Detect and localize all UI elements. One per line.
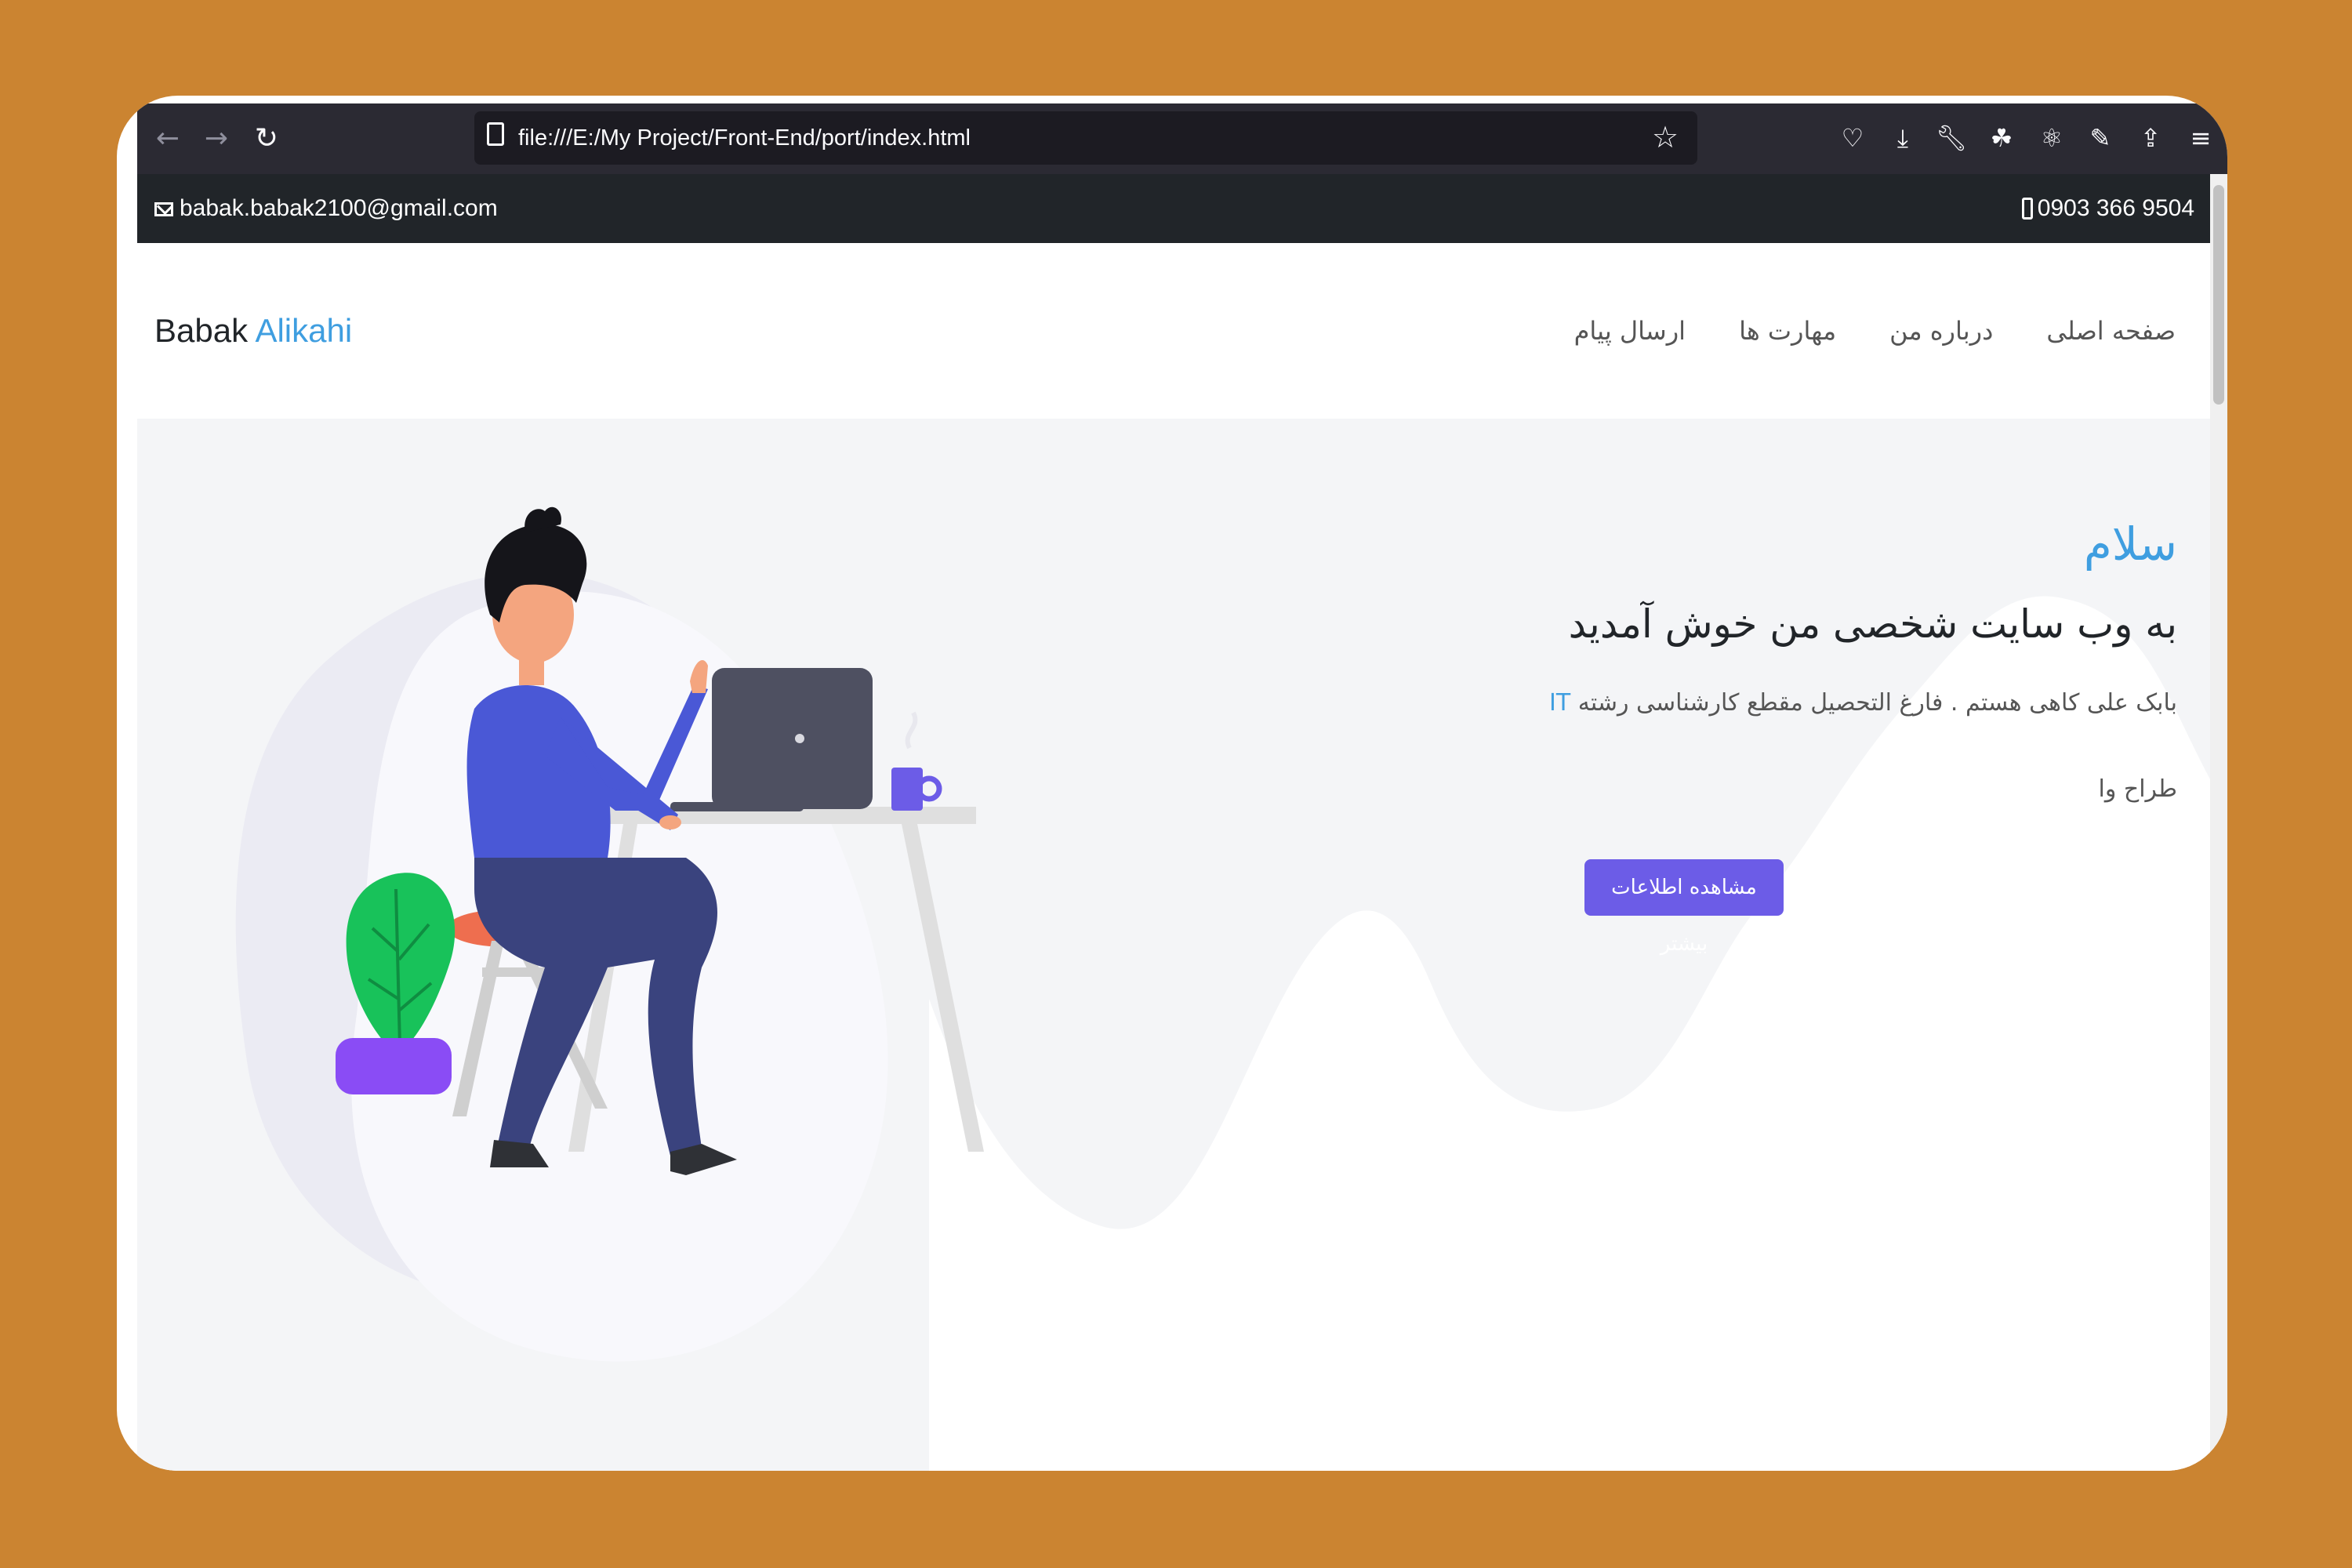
hero-intro: بابک علی کاهی هستم . فارغ التحصیل مقطع ک… [1393,684,2177,723]
hero-welcome-title: به وب سایت شخصی من خوش آمدید [1568,601,2177,647]
nav-links: صفحه اصلی درباره من مهارت ها ارسال پیام [1574,243,2176,419]
nav-link-about[interactable]: درباره من [1889,316,1993,346]
menu-icon[interactable]: ≡ [2182,119,2220,157]
hero-role-text: طراح وا [2098,775,2178,803]
url-bar[interactable]: file:///E:/My Project/Front-End/port/ind… [474,111,1697,165]
site-brand[interactable]: Babak Alikahi [154,243,352,419]
extension-icon[interactable]: ☘ [1983,119,2020,157]
brand-first-name: Babak [154,312,249,349]
bookmark-star-icon[interactable]: ☆ [1646,118,1685,157]
pocket-icon[interactable]: ♡ [1834,119,1871,157]
phone-text: 0903 366 9504 [2037,195,2194,221]
email-text: babak.babak2100@gmail.com [180,195,498,221]
developer-illustration [235,506,984,1362]
hero-greeting: سلام [2083,517,2177,571]
envelope-icon [154,202,173,216]
brand-last-name: Alikahi [255,312,353,349]
email-contact[interactable]: babak.babak2100@gmail.com [154,174,498,243]
browser-toolbar: ← → ↻ file:///E:/My Project/Front-End/po… [137,103,2227,174]
atom-icon[interactable]: ⚛ [2033,119,2071,157]
phone-contact[interactable]: 0903 366 9504 [2021,174,2194,243]
web-page: babak.babak2100@gmail.com 0903 366 9504 … [137,174,2210,1471]
wrench-icon[interactable]: 🔧︎ [1933,119,1970,157]
hero-text: سلام به وب سایت شخصی من خوش آمدید بابک ع… [1393,513,2177,809]
back-icon[interactable]: ← [148,119,187,158]
share-icon[interactable]: ⇪ [2132,119,2169,157]
reload-icon[interactable]: ↻ [247,119,286,158]
hero-section: سلام به وب سایت شخصی من خوش آمدید بابک ع… [137,419,2210,1471]
pen-icon[interactable]: ✎ [2082,119,2119,157]
browser-window: ← → ↻ file:///E:/My Project/Front-End/po… [117,96,2227,1471]
mobile-phone-icon [2021,198,2033,220]
more-info-button[interactable]: مشاهده اطلاعات بیشتر [1584,859,1784,956]
hero-intro-text: بابک علی کاهی هستم . فارغ التحصیل مقطع ک… [1577,689,2177,717]
page-scrollbar[interactable] [2210,174,2227,1471]
scrollbar-thumb[interactable] [2213,185,2224,405]
contact-bar: babak.babak2100@gmail.com 0903 366 9504 [137,174,2210,243]
nav-link-skills[interactable]: مهارت ها [1739,316,1836,346]
site-navbar: Babak Alikahi صفحه اصلی درباره من مهارت … [137,243,2210,419]
url-text[interactable]: file:///E:/My Project/Front-End/port/ind… [518,111,971,165]
nav-link-home[interactable]: صفحه اصلی [2046,316,2176,346]
hero-intro-highlight: IT [1549,689,1571,717]
nav-link-contact[interactable]: ارسال پیام [1574,316,1686,346]
page-icon [487,122,504,146]
download-icon[interactable]: ⤓ [1884,119,1922,157]
forward-icon[interactable]: → [197,119,236,158]
